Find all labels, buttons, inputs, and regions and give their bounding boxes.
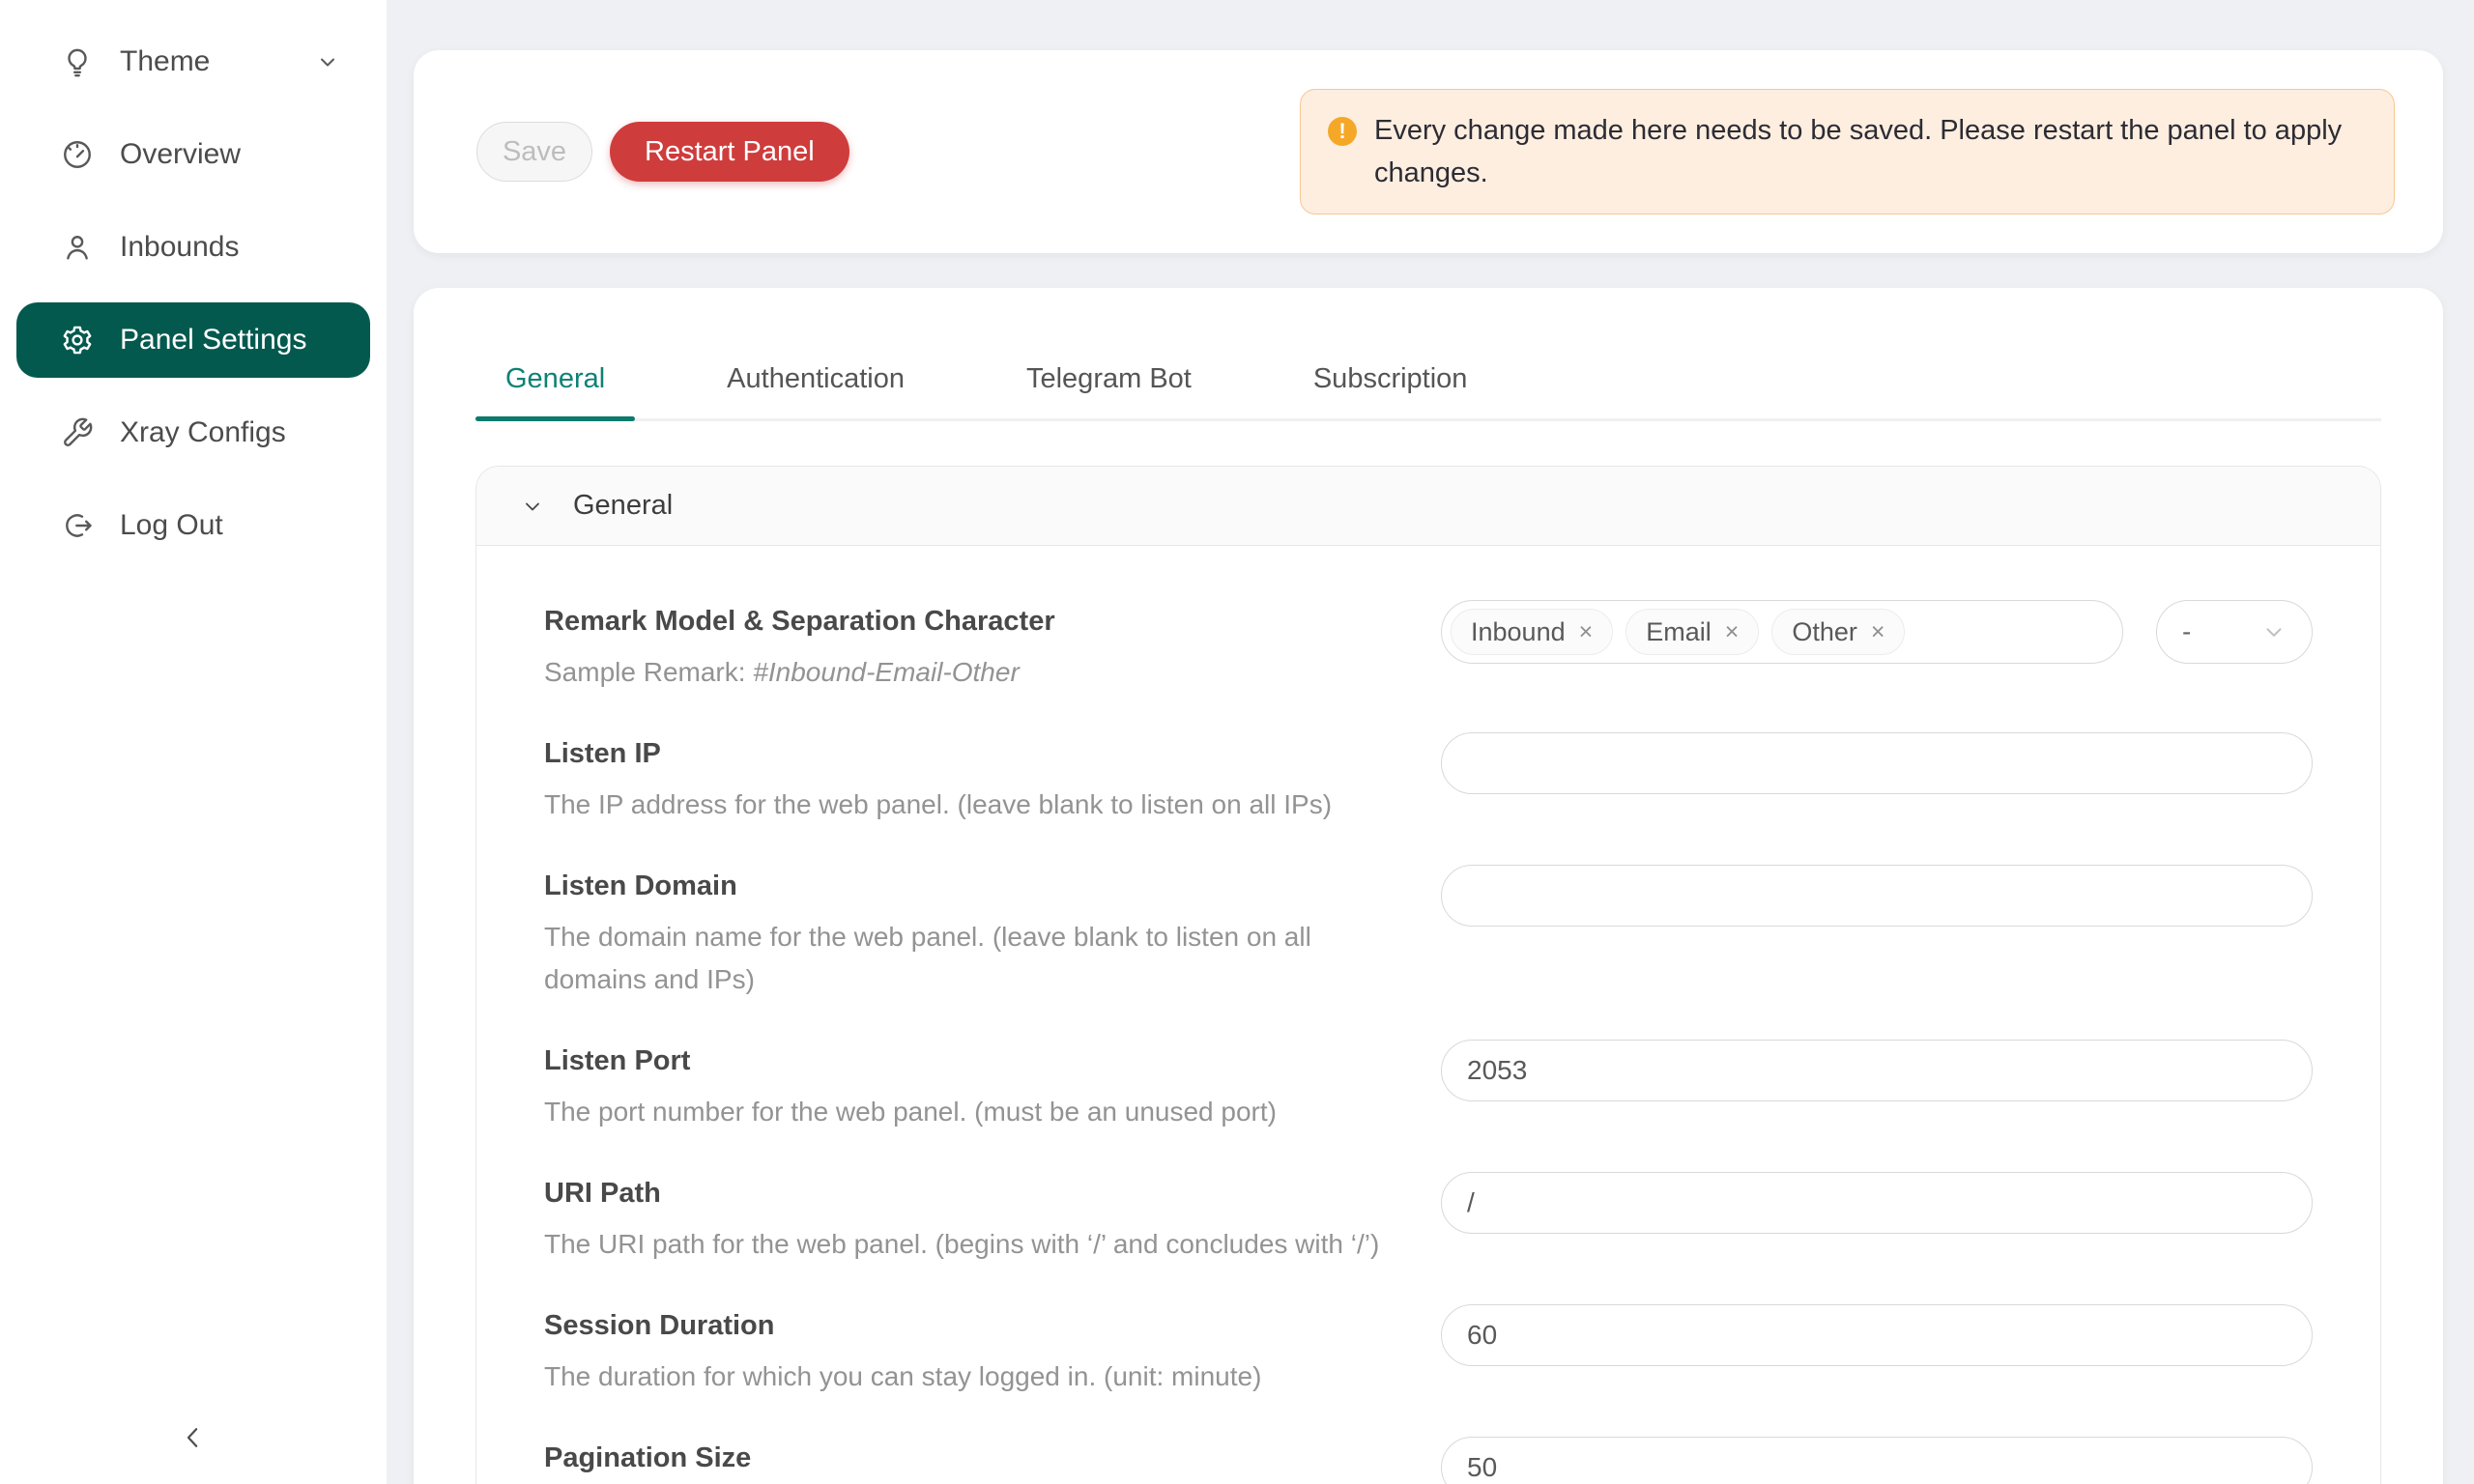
field-description: The domain name for the web panel. (leav…	[544, 916, 1398, 1001]
user-icon	[61, 231, 94, 264]
form-row-pagination-size: Pagination Size	[544, 1437, 2313, 1484]
field-description: The IP address for the web panel. (leave…	[544, 784, 1398, 826]
field-description: The port number for the web panel. (must…	[544, 1091, 1398, 1133]
gear-icon	[61, 324, 94, 357]
toolbar-card: Save Restart Panel ! Every change made h…	[414, 50, 2443, 253]
field-description: The duration for which you can stay logg…	[544, 1356, 1398, 1398]
tag-other: Other ×	[1771, 609, 1905, 655]
general-form: Remark Model & Separation Character Samp…	[476, 546, 2380, 1484]
sidebar-item-panel-settings[interactable]: Panel Settings	[16, 302, 370, 378]
sidebar-item-log-out[interactable]: Log Out	[16, 488, 370, 563]
logout-icon	[61, 509, 94, 542]
chevron-down-icon	[521, 495, 544, 518]
restart-warning-alert: ! Every change made here needs to be sav…	[1300, 89, 2395, 214]
remove-tag-icon[interactable]: ×	[1871, 620, 1885, 644]
remove-tag-icon[interactable]: ×	[1725, 620, 1740, 644]
tab-authentication[interactable]: Authentication	[697, 363, 935, 418]
sidebar-item-label: Theme	[120, 45, 210, 78]
tab-subscription[interactable]: Subscription	[1283, 363, 1498, 418]
field-label: URI Path	[544, 1172, 1398, 1214]
chevron-down-icon	[316, 50, 339, 73]
general-section: General Remark Model & Separation Charac…	[475, 466, 2381, 1484]
sidebar-item-label: Inbounds	[120, 231, 239, 264]
uri-path-input[interactable]	[1441, 1172, 2313, 1234]
sidebar-item-label: Overview	[120, 138, 241, 171]
select-value: -	[2182, 616, 2191, 647]
form-row-listen-ip: Listen IP The IP address for the web pan…	[544, 732, 2313, 826]
lightbulb-icon	[61, 45, 94, 78]
form-row-remark-model: Remark Model & Separation Character Samp…	[544, 600, 2313, 694]
sidebar-item-theme[interactable]: Theme	[16, 24, 370, 100]
restart-panel-button[interactable]: Restart Panel	[610, 122, 849, 182]
field-label: Listen Port	[544, 1040, 1398, 1082]
chevron-down-icon	[2261, 619, 2287, 644]
field-label: Session Duration	[544, 1304, 1398, 1347]
form-row-uri-path: URI Path The URI path for the web panel.…	[544, 1172, 2313, 1266]
listen-domain-input[interactable]	[1441, 865, 2313, 927]
field-description: Sample Remark: #Inbound-Email-Other	[544, 651, 1398, 694]
wrench-icon	[61, 416, 94, 449]
sidebar-item-label: Xray Configs	[120, 416, 286, 449]
sidebar-item-inbounds[interactable]: Inbounds	[16, 210, 370, 285]
field-label: Remark Model & Separation Character	[544, 600, 1398, 642]
gauge-icon	[61, 138, 94, 171]
listen-ip-input[interactable]	[1441, 732, 2313, 794]
remark-model-tags-input[interactable]: Inbound × Email × Other ×	[1441, 600, 2123, 664]
tab-telegram-bot[interactable]: Telegram Bot	[996, 363, 1222, 418]
settings-tabs: General Authentication Telegram Bot Subs…	[475, 288, 2381, 421]
field-label: Listen Domain	[544, 865, 1398, 907]
main-content: Save Restart Panel ! Every change made h…	[387, 0, 2474, 1484]
separation-character-select[interactable]: -	[2156, 600, 2313, 664]
form-row-session-duration: Session Duration The duration for which …	[544, 1304, 2313, 1398]
field-label: Pagination Size	[544, 1437, 1398, 1479]
remove-tag-icon[interactable]: ×	[1579, 620, 1594, 644]
form-row-listen-domain: Listen Domain The domain name for the we…	[544, 865, 2313, 1001]
sidebar-item-label: Panel Settings	[120, 324, 306, 357]
field-description: The URI path for the web panel. (begins …	[544, 1223, 1398, 1266]
tab-general[interactable]: General	[475, 363, 635, 418]
form-row-listen-port: Listen Port The port number for the web …	[544, 1040, 2313, 1133]
listen-port-input[interactable]	[1441, 1040, 2313, 1101]
field-label: Listen IP	[544, 732, 1398, 775]
collapse-sidebar-icon[interactable]	[162, 1407, 224, 1469]
sidebar-item-xray-configs[interactable]: Xray Configs	[16, 395, 370, 471]
panel-settings-card: General Authentication Telegram Bot Subs…	[414, 288, 2443, 1484]
save-button[interactable]: Save	[476, 122, 592, 182]
section-title: General	[573, 490, 673, 522]
session-duration-input[interactable]	[1441, 1304, 2313, 1366]
alert-message: Every change made here needs to be saved…	[1374, 109, 2355, 194]
tag-email: Email ×	[1625, 609, 1759, 655]
exclamation-circle-icon: !	[1328, 117, 1357, 146]
pagination-size-input[interactable]	[1441, 1437, 2313, 1484]
tag-inbound: Inbound ×	[1451, 609, 1613, 655]
sidebar-item-label: Log Out	[120, 509, 223, 542]
sidebar-item-overview[interactable]: Overview	[16, 117, 370, 192]
general-collapse-header[interactable]: General	[476, 467, 2380, 546]
sidebar: Theme Overview Inbounds Panel Settings	[0, 0, 387, 1484]
